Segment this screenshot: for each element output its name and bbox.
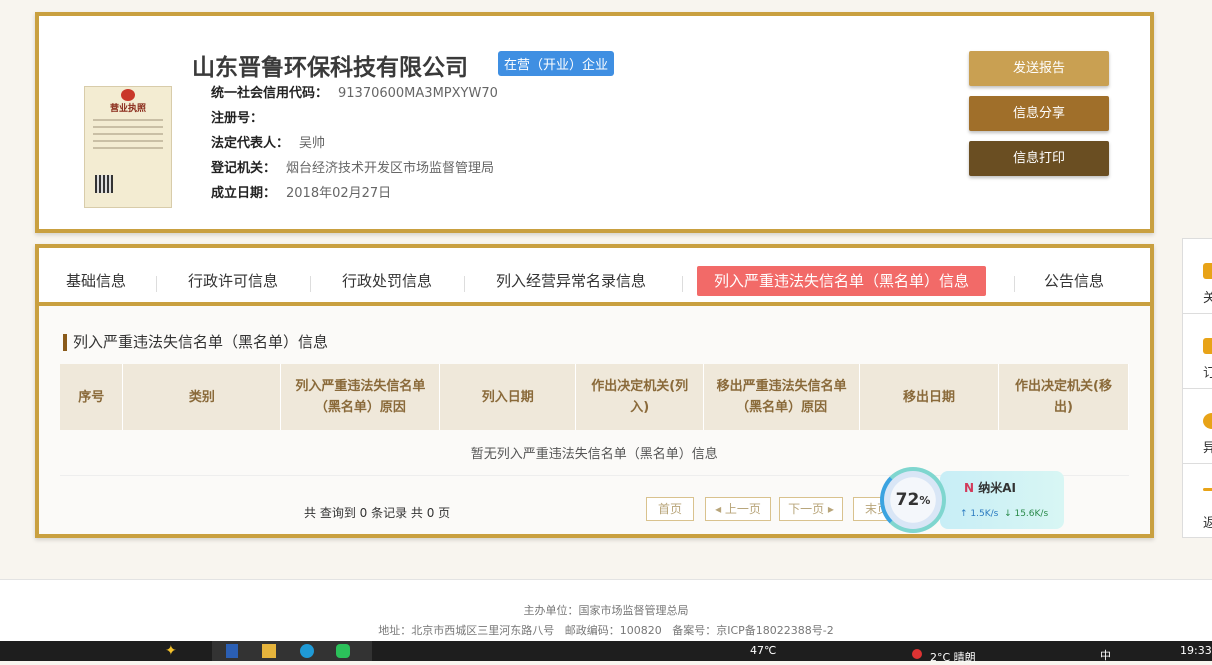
- cpu-temp: 47℃: [750, 644, 777, 657]
- right-sidebar: 关 订 异 返: [1182, 238, 1212, 538]
- col-index: 序号: [60, 364, 124, 430]
- section-title: 列入严重违法失信名单（黑名单）信息: [63, 334, 328, 351]
- record-count: 共 查询到 0 条记录 共 0 页: [304, 506, 451, 520]
- sidebar-objection[interactable]: 异: [1183, 389, 1212, 464]
- field-credit-code: 统一社会信用代码： 91370600MA3MPXYW70: [211, 86, 498, 101]
- download-speed: ↓ 15.6K/s: [1004, 509, 1049, 519]
- sidebar-follow[interactable]: 关: [1183, 239, 1212, 314]
- nano-ai-logo-icon: N: [964, 481, 975, 495]
- status-badge: 在营（开业）企业: [498, 51, 615, 76]
- footer-address: 地址：北京市西城区三里河东路八号 邮政编码：100820 备案号：京ICP备18…: [378, 624, 834, 637]
- sidebar-subscribe[interactable]: 订: [1183, 314, 1212, 389]
- col-add-date: 列入日期: [439, 364, 577, 430]
- location-icon: [1203, 413, 1212, 429]
- star-icon: [1203, 263, 1212, 279]
- taskbar: ✦ 47℃ 2°C 晴朗 中 19:33: [0, 641, 1212, 664]
- cpu-usage-gauge: 72%: [880, 467, 946, 533]
- footer-host: 主办单位：国家市场监督管理总局: [523, 604, 689, 617]
- weather[interactable]: 2°C 晴朗: [930, 649, 976, 665]
- sidebar-back-top[interactable]: 返: [1183, 464, 1212, 539]
- col-category: 类别: [122, 364, 282, 430]
- license-heading: 营业执照: [109, 104, 146, 114]
- widget-name: 纳米AI: [978, 481, 1016, 495]
- tab-bar: 基础信息 行政许可信息 行政处罚信息 列入经营异常名录信息 列入严重违法失信名单…: [39, 248, 1150, 306]
- business-license-image[interactable]: 营业执照: [84, 86, 172, 208]
- company-header-card: 营业执照 山东晋鲁环保科技有限公司 在营（开业）企业 统一社会信用代码： 9137…: [35, 12, 1154, 233]
- bookmark-icon: [1203, 338, 1212, 354]
- field-authority: 登记机关： 烟台经济技术开发区市场监督管理局: [211, 161, 495, 176]
- tab-basic[interactable]: 基础信息: [66, 266, 126, 296]
- notification-badge: [912, 649, 922, 659]
- tab-abnormal[interactable]: 列入经营异常名录信息: [496, 266, 646, 296]
- col-remove-date: 移出日期: [859, 364, 999, 430]
- national-emblem-icon: [121, 89, 135, 101]
- pinned-apps: [212, 641, 372, 661]
- col-remove-reason: 移出严重违法失信名单（黑名单）原因: [703, 364, 861, 430]
- print-button[interactable]: 信息打印: [969, 141, 1109, 176]
- first-page-button[interactable]: 首页: [646, 497, 694, 521]
- tab-blacklist[interactable]: 列入严重违法失信名单（黑名单）信息: [697, 266, 987, 296]
- empty-row: 暂无列入严重违法失信名单（黑名单）信息: [60, 430, 1129, 476]
- tab-announcements[interactable]: 公告信息: [1044, 266, 1104, 296]
- prev-page-button[interactable]: ◂ 上一页: [705, 497, 771, 521]
- company-name: 山东晋鲁环保科技有限公司: [192, 55, 468, 81]
- edge-icon[interactable]: [300, 644, 314, 658]
- sparkle-icon[interactable]: ✦: [165, 643, 195, 661]
- col-add-authority: 作出决定机关(列入): [575, 364, 705, 430]
- field-founded: 成立日期： 2018年02月27日: [211, 186, 392, 201]
- qr-code-icon: [95, 175, 113, 193]
- tab-permits[interactable]: 行政许可信息: [188, 266, 278, 296]
- clock[interactable]: 19:33: [1180, 644, 1212, 657]
- field-reg-no: 注册号：: [211, 111, 264, 126]
- blacklist-table: 序号 类别 列入严重违法失信名单（黑名单）原因 列入日期 作出决定机关(列入) …: [60, 364, 1129, 476]
- upload-speed: ↑ 1.5K/s: [960, 509, 999, 519]
- col-add-reason: 列入严重违法失信名单（黑名单）原因: [280, 364, 441, 430]
- col-remove-authority: 作出决定机关(移出): [998, 364, 1129, 430]
- word-icon[interactable]: [226, 644, 238, 658]
- share-button[interactable]: 信息分享: [969, 96, 1109, 131]
- tab-penalties[interactable]: 行政处罚信息: [342, 266, 432, 296]
- wechat-icon[interactable]: [336, 644, 350, 658]
- next-page-button[interactable]: 下一页 ▸: [779, 497, 843, 521]
- arrow-up-icon: [1203, 488, 1212, 491]
- footer: 主办单位：国家市场监督管理总局 地址：北京市西城区三里河东路八号 邮政编码：10…: [0, 579, 1212, 641]
- folder-icon[interactable]: [262, 644, 276, 658]
- send-report-button[interactable]: 发送报告: [969, 51, 1109, 86]
- field-legal-rep: 法定代表人： 吴帅: [211, 136, 326, 151]
